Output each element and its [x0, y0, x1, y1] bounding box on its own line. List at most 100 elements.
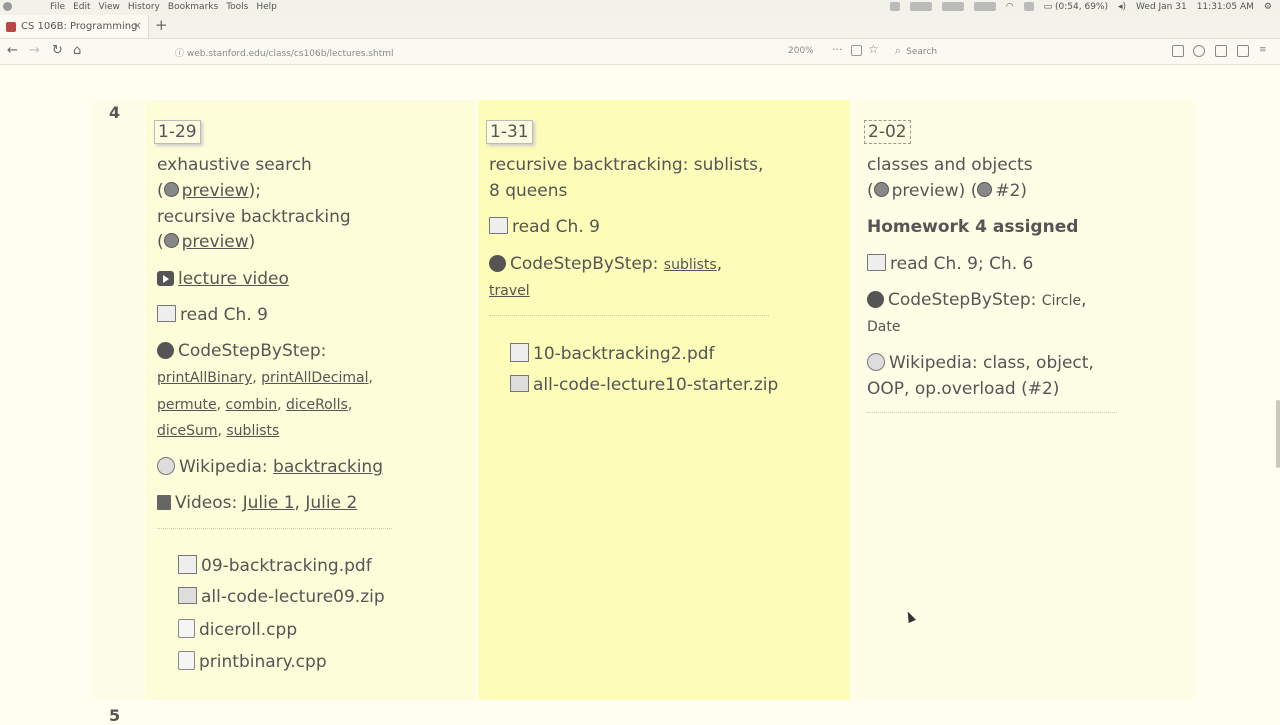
problem-link[interactable]: combin	[226, 397, 278, 413]
book-icon	[489, 217, 508, 234]
cpp-file-icon	[178, 651, 195, 670]
home-icon[interactable]: ⌂	[73, 43, 81, 58]
bookmark-star-icon[interactable]: ☆	[868, 42, 879, 56]
url-bar[interactable]: ⓘ web.stanford.edu/class/cs106b/lectures…	[175, 46, 394, 59]
comma: ,	[217, 423, 222, 439]
problem-link[interactable]: Date	[867, 319, 900, 335]
homework-announcement: Homework 4 assigned	[867, 217, 1079, 237]
comma: ,	[216, 397, 222, 413]
video-link[interactable]: Julie 1	[243, 493, 295, 513]
menu-bookmarks[interactable]: Bookmarks	[168, 2, 218, 12]
comma: ,	[1081, 290, 1087, 310]
file-item[interactable]: all-code-lecture09.zip	[178, 587, 385, 607]
forward-arrow-icon[interactable]: →	[29, 43, 40, 58]
menu-history[interactable]: History	[128, 2, 160, 12]
wikipedia-text: Wikipedia: class, object,	[889, 353, 1094, 373]
wikipedia-link[interactable]: backtracking	[273, 457, 383, 477]
battery-text: (0:54, 69%)	[1055, 2, 1108, 12]
codestepbystep-links: travel	[489, 281, 530, 301]
os-top-bar: File Edit View History Bookmarks Tools H…	[0, 0, 1280, 15]
search-placeholder: Search	[906, 47, 938, 57]
videos-line: Videos: Julie 1, Julie 2	[157, 493, 357, 513]
codestepbystep-links: Date	[867, 317, 900, 337]
menu-edit[interactable]: Edit	[73, 2, 90, 12]
paren: )	[248, 232, 256, 252]
menu-help[interactable]: Help	[256, 2, 277, 12]
new-tab-button[interactable]: +	[155, 16, 168, 34]
screenshot-icon[interactable]	[1237, 45, 1249, 57]
problem-link[interactable]: sublists	[664, 257, 717, 273]
file-item[interactable]: diceroll.cpp	[178, 619, 297, 640]
reading-line: read Ch. 9	[489, 217, 600, 237]
menu-tools[interactable]: Tools	[226, 2, 248, 12]
slides-icon	[163, 182, 179, 197]
tab-bar: CS 106B: Programming × +	[0, 15, 1280, 39]
ubuntu-logo-icon[interactable]	[3, 2, 12, 11]
slides-icon	[873, 182, 889, 197]
search-box[interactable]: ⌕ Search	[895, 44, 1140, 58]
tray-indicator-icon-2[interactable]	[941, 2, 964, 11]
power-icon[interactable]: ⚙	[1264, 2, 1272, 12]
preview-line: (preview)	[157, 232, 255, 252]
lecture-topic: 8 queens	[489, 181, 568, 201]
lecture-date: 1-29	[154, 120, 201, 144]
file-item[interactable]: 10-backtracking2.pdf	[510, 343, 715, 364]
problem-link[interactable]: travel	[489, 283, 530, 299]
file-item[interactable]: all-code-lecture10-starter.zip	[510, 375, 778, 395]
pdf-file-icon	[178, 555, 197, 574]
problem-link[interactable]: diceRolls	[286, 397, 348, 413]
tab-cs106b[interactable]: CS 106B: Programming ×	[0, 15, 149, 38]
comma: ,	[294, 493, 300, 513]
scrollbar-thumb[interactable]	[1276, 400, 1280, 468]
menu-view[interactable]: View	[99, 2, 120, 12]
library-icon[interactable]	[1172, 45, 1184, 57]
reload-icon[interactable]: ↻	[52, 43, 63, 58]
menu-file[interactable]: File	[50, 2, 65, 12]
sidebar-icon[interactable]	[1215, 45, 1227, 57]
wifi-icon[interactable]: ◠	[1006, 2, 1014, 12]
comma: ,	[277, 397, 282, 413]
volume-icon[interactable]: ◂)	[1118, 2, 1126, 12]
paren: (	[157, 181, 164, 201]
tray-app-icon[interactable]	[889, 2, 900, 11]
preview-line: (preview);	[157, 181, 261, 201]
pocket-icon[interactable]	[851, 45, 862, 56]
preview-text: preview) (	[891, 181, 978, 201]
page-actions-icon[interactable]: ···	[832, 43, 843, 56]
book-icon	[157, 305, 176, 322]
battery-icon: ▭	[1043, 2, 1053, 12]
video-link[interactable]: Julie 2	[305, 493, 357, 513]
hamburger-menu-icon[interactable]: ≡	[1259, 45, 1269, 55]
lecture-topic: classes and objects	[867, 155, 1033, 175]
problem-link[interactable]: printAllBinary	[157, 370, 252, 386]
back-arrow-icon[interactable]: ←	[7, 43, 18, 58]
codestepbystep-label: CodeStepByStep:	[178, 341, 327, 361]
battery-indicator[interactable]: ▭ (0:54, 69%)	[1044, 2, 1108, 12]
file-name: diceroll.cpp	[199, 620, 298, 640]
tray-indicator-icon-3[interactable]	[973, 2, 996, 11]
time-text[interactable]: 11:31:05 AM	[1197, 2, 1254, 12]
problem-link[interactable]: diceSum	[157, 423, 217, 439]
preview-link[interactable]: preview	[182, 232, 249, 252]
preview-link[interactable]: preview	[182, 181, 249, 201]
tray-indicator-icon[interactable]	[909, 2, 932, 11]
lecture-date: 2-02	[864, 120, 911, 144]
zoom-level[interactable]: 200%	[788, 46, 814, 56]
wikipedia-label: Wikipedia:	[179, 457, 268, 477]
comma: ,	[368, 370, 373, 386]
problem-link[interactable]: printAllDecimal	[261, 370, 368, 386]
file-name: printbinary.cpp	[199, 652, 327, 672]
lecture-video-link[interactable]: lecture video	[178, 269, 289, 289]
keyboard-layout-icon[interactable]	[1023, 2, 1034, 11]
problem-link[interactable]: permute	[157, 397, 217, 413]
problem-link[interactable]: sublists	[226, 423, 279, 439]
site-info-icon[interactable]: ⓘ	[175, 49, 187, 59]
close-tab-icon[interactable]: ×	[133, 19, 142, 32]
codestepbystep-icon	[489, 255, 506, 272]
problem-link[interactable]: Circle	[1042, 293, 1081, 309]
date-text[interactable]: Wed Jan 31	[1136, 2, 1187, 12]
file-item[interactable]: 09-backtracking.pdf	[178, 555, 372, 576]
file-item[interactable]: printbinary.cpp	[178, 651, 327, 672]
extension-icon[interactable]	[1193, 45, 1205, 57]
codestepbystep-line: CodeStepByStep: sublists,	[489, 254, 722, 275]
